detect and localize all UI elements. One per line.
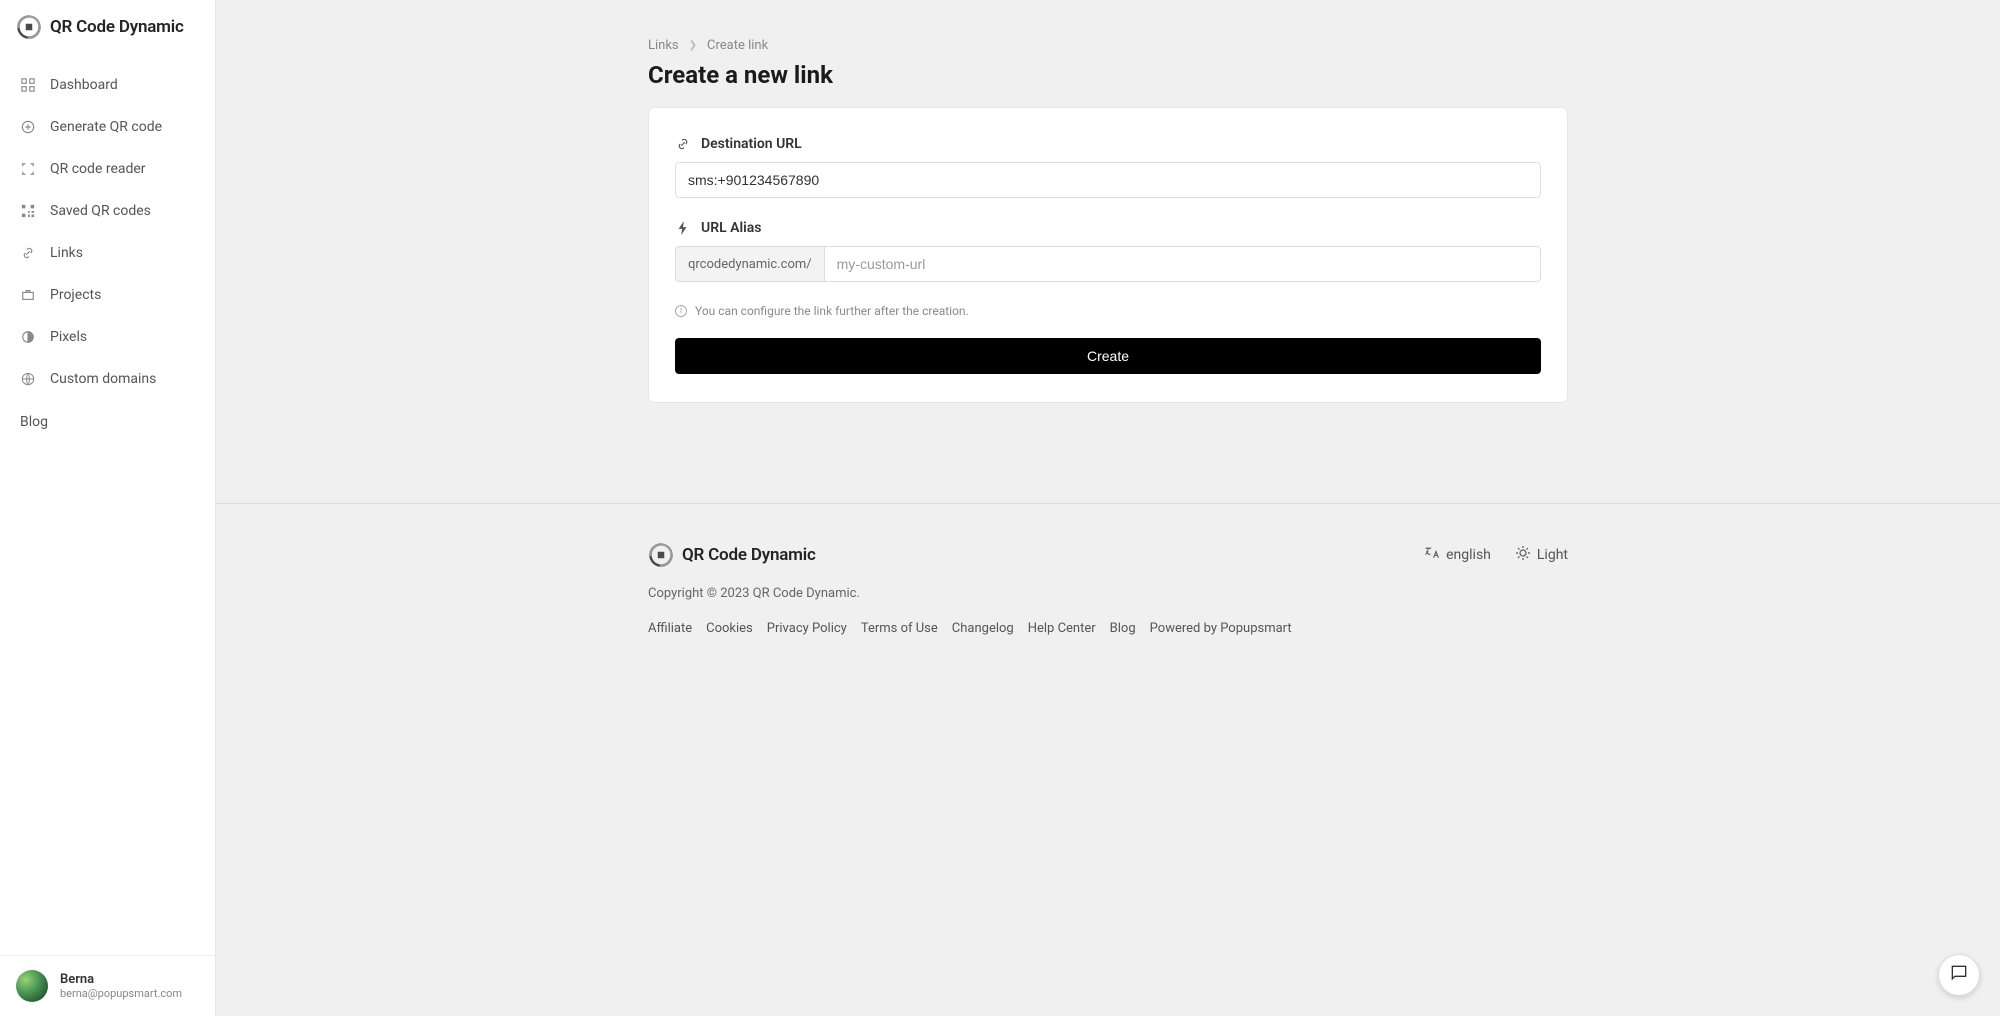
- language-label: english: [1446, 547, 1491, 563]
- user-block[interactable]: Berna berna@popupsmart.com: [0, 955, 215, 1016]
- nav-label: Projects: [50, 287, 101, 303]
- nav-qr-reader[interactable]: QR code reader: [0, 148, 215, 190]
- footer-link-terms[interactable]: Terms of Use: [861, 621, 938, 636]
- nav-label: Saved QR codes: [50, 203, 151, 219]
- nav-label: Links: [50, 245, 83, 261]
- theme-toggle[interactable]: Light: [1515, 545, 1568, 565]
- page-footer: QR Code Dynamic english: [216, 503, 2000, 666]
- destination-url-label: Destination URL: [675, 136, 1541, 152]
- link-icon: [20, 245, 36, 261]
- label-text: URL Alias: [701, 220, 761, 236]
- nav-label: Blog: [20, 414, 48, 430]
- nav-label: Pixels: [50, 329, 87, 345]
- url-alias-input[interactable]: [824, 246, 1541, 282]
- create-link-card: Destination URL URL Alias qrcodedynamic.…: [648, 107, 1568, 403]
- brand-name: QR Code Dynamic: [50, 17, 184, 37]
- breadcrumb-links[interactable]: Links: [648, 38, 679, 53]
- create-button[interactable]: Create: [675, 338, 1541, 374]
- nav-label: Custom domains: [50, 371, 156, 387]
- page-title: Create a new link: [648, 61, 1568, 89]
- nav-label: Dashboard: [50, 77, 118, 93]
- hint-text: You can configure the link further after…: [695, 304, 969, 318]
- bolt-icon: [675, 220, 691, 236]
- scan-icon: [20, 161, 36, 177]
- field-alias: URL Alias qrcodedynamic.com/: [675, 220, 1541, 282]
- footer-links: Affiliate Cookies Privacy Policy Terms o…: [648, 621, 1568, 636]
- nav-projects[interactable]: Projects: [0, 274, 215, 316]
- adjust-icon: [20, 329, 36, 345]
- nav-blog[interactable]: Blog: [0, 400, 215, 443]
- chat-icon: [1949, 963, 1969, 987]
- chevron-right-icon: ❯: [689, 40, 697, 51]
- theme-label: Light: [1537, 547, 1568, 563]
- nav-custom-domains[interactable]: Custom domains: [0, 358, 215, 400]
- brand-name: QR Code Dynamic: [682, 545, 816, 565]
- brand-logo[interactable]: QR Code Dynamic: [0, 0, 215, 56]
- destination-url-input[interactable]: [675, 162, 1541, 198]
- qr-icon: [20, 203, 36, 219]
- nav-dashboard[interactable]: Dashboard: [0, 64, 215, 106]
- footer-link-cookies[interactable]: Cookies: [706, 621, 753, 636]
- footer-logo[interactable]: QR Code Dynamic: [648, 542, 816, 568]
- alias-prefix: qrcodedynamic.com/: [675, 246, 824, 282]
- plus-circle-icon: [20, 119, 36, 135]
- nav-pixels[interactable]: Pixels: [0, 316, 215, 358]
- alias-input-group: qrcodedynamic.com/: [675, 246, 1541, 282]
- nav-links[interactable]: Links: [0, 232, 215, 274]
- hint: i You can configure the link further aft…: [675, 304, 1541, 318]
- nav-label: Generate QR code: [50, 119, 162, 135]
- user-name: Berna: [60, 972, 182, 987]
- nav-generate-qr[interactable]: Generate QR code: [0, 106, 215, 148]
- language-toggle[interactable]: english: [1424, 546, 1491, 564]
- nav-saved-qr[interactable]: Saved QR codes: [0, 190, 215, 232]
- info-icon: i: [675, 305, 687, 317]
- nav-label: QR code reader: [50, 161, 146, 177]
- link-icon: [675, 136, 691, 152]
- main: Links ❯ Create link Create a new link De…: [216, 0, 2000, 1016]
- footer-link-changelog[interactable]: Changelog: [952, 621, 1014, 636]
- footer-link-powered[interactable]: Powered by Popupsmart: [1150, 621, 1292, 636]
- grid-icon: [20, 77, 36, 93]
- footer-link-blog[interactable]: Blog: [1110, 621, 1136, 636]
- language-icon: [1424, 546, 1440, 564]
- logo-icon: [16, 14, 42, 40]
- breadcrumb: Links ❯ Create link: [648, 38, 1568, 53]
- logo-icon: [648, 542, 674, 568]
- footer-link-affiliate[interactable]: Affiliate: [648, 621, 692, 636]
- footer-link-help[interactable]: Help Center: [1028, 621, 1096, 636]
- field-destination: Destination URL: [675, 136, 1541, 198]
- label-text: Destination URL: [701, 136, 802, 152]
- user-email: berna@popupsmart.com: [60, 987, 182, 1000]
- globe-icon: [20, 371, 36, 387]
- avatar: [16, 970, 48, 1002]
- sun-icon: [1515, 545, 1531, 565]
- sidebar: QR Code Dynamic Dashboard Generate QR co…: [0, 0, 216, 1016]
- briefcase-icon: [20, 287, 36, 303]
- copyright-text: Copyright © 2023 QR Code Dynamic.: [648, 586, 1568, 601]
- breadcrumb-current: Create link: [707, 38, 768, 53]
- footer-link-privacy[interactable]: Privacy Policy: [767, 621, 847, 636]
- chat-widget[interactable]: [1938, 954, 1980, 996]
- url-alias-label: URL Alias: [675, 220, 1541, 236]
- nav-list: Dashboard Generate QR code QR code reade…: [0, 56, 215, 955]
